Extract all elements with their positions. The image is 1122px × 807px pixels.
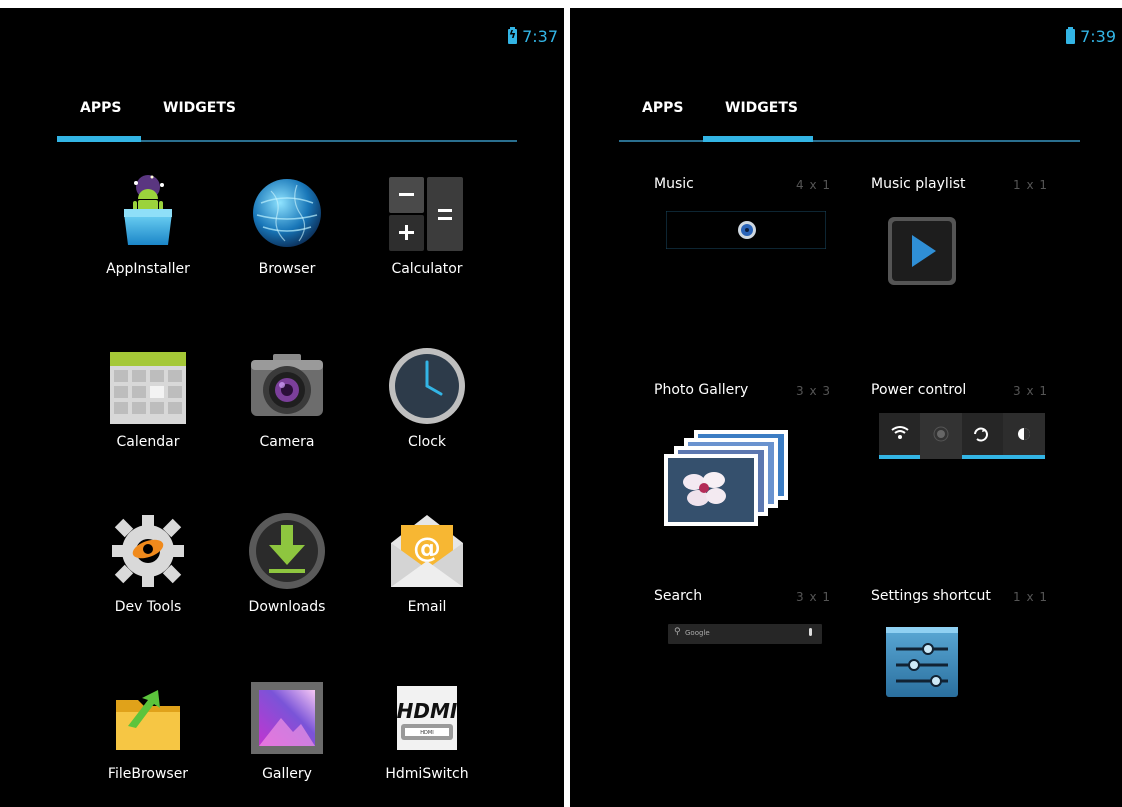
widget-title: Music playlist: [871, 176, 966, 192]
browser-globe-icon: [247, 173, 327, 253]
app-filebrowser[interactable]: FileBrowser: [78, 678, 218, 782]
widget-size: 3 x 3: [796, 384, 831, 398]
app-downloads[interactable]: Downloads: [217, 511, 357, 615]
app-calculator[interactable]: Calculator: [357, 173, 497, 277]
search-hint: Google: [685, 629, 710, 637]
app-label: AppInstaller: [106, 261, 190, 277]
mic-icon: [809, 628, 812, 636]
app-dev-tools[interactable]: Dev Tools: [78, 511, 218, 615]
widget-title: Search: [654, 588, 703, 604]
calendar-icon: [108, 346, 188, 426]
tab-widgets[interactable]: WIDGETS: [725, 100, 798, 116]
tab-apps[interactable]: APPS: [642, 100, 683, 116]
widget-size: 4 x 1: [796, 178, 831, 192]
app-label: Calculator: [391, 261, 463, 277]
gallery-icon: [247, 678, 327, 758]
app-label: Dev Tools: [114, 599, 182, 615]
battery-icon: [1066, 27, 1076, 44]
hdmi-switch-icon: HDMI HDMI: [387, 678, 467, 758]
camera-icon: [247, 346, 327, 426]
app-email[interactable]: @ Email: [357, 511, 497, 615]
brightness-icon: [1018, 428, 1030, 440]
email-icon: @: [387, 511, 467, 591]
tab-selected-indicator: [57, 136, 141, 142]
tab-divider: [619, 140, 1080, 142]
app-label: Camera: [259, 434, 315, 450]
status-bar: 7:37: [508, 27, 558, 46]
app-camera[interactable]: Camera: [217, 346, 357, 450]
status-time: 7:39: [1080, 27, 1116, 46]
app-installer-icon: [108, 173, 188, 253]
app-hdmiswitch[interactable]: HDMI HDMI HdmiSwitch: [357, 678, 497, 782]
app-label: Browser: [258, 261, 316, 277]
svg-text:@: @: [413, 531, 441, 564]
app-label: HdmiSwitch: [385, 766, 469, 782]
clock-icon: [387, 346, 467, 426]
status-bar: 7:39: [1066, 27, 1116, 46]
widget-size: 1 x 1: [1013, 590, 1048, 604]
widget-size: 1 x 1: [1013, 178, 1048, 192]
widgets-screen: 7:39 APPS WIDGETS Music 4 x 1 Music play…: [570, 8, 1122, 807]
search-bar-preview: ⚲ Google: [668, 624, 822, 644]
app-label: FileBrowser: [107, 766, 189, 782]
widget-title: Settings shortcut: [871, 588, 991, 604]
app-label: Email: [407, 599, 447, 615]
music-widget-preview: [665, 210, 827, 250]
widget-size: 3 x 1: [1013, 384, 1048, 398]
app-gallery[interactable]: Gallery: [217, 678, 357, 782]
widget-size: 3 x 1: [796, 590, 831, 604]
photo-stack-icon: [664, 428, 794, 528]
app-appinstaller[interactable]: AppInstaller: [78, 173, 218, 277]
downloads-icon: [247, 511, 327, 591]
apps-screen: 7:37 APPS WIDGETS AppInstaller: [0, 8, 564, 807]
app-label: Clock: [407, 434, 447, 450]
calculator-icon: [387, 173, 467, 253]
app-label: Gallery: [262, 766, 312, 782]
play-icon: [886, 215, 958, 287]
tab-widgets[interactable]: WIDGETS: [163, 100, 236, 116]
app-clock[interactable]: Clock: [357, 346, 497, 450]
app-label: Downloads: [248, 599, 326, 615]
status-time: 7:37: [522, 27, 558, 46]
widget-title: Power control: [871, 382, 967, 398]
app-label: Calendar: [116, 434, 180, 450]
widget-title: Music: [654, 176, 694, 192]
search-icon: ⚲: [674, 627, 681, 637]
app-browser[interactable]: Browser: [217, 173, 357, 277]
hdmi-logo-text: HDMI: [397, 699, 458, 723]
battery-charging-icon: [508, 27, 518, 44]
widget-title: Photo Gallery: [654, 382, 749, 398]
settings-sliders-icon: [884, 625, 960, 699]
hdmi-port-text: HDMI: [420, 730, 433, 736]
app-calendar[interactable]: Calendar: [78, 346, 218, 450]
power-control-bar: [879, 413, 1045, 459]
tab-apps[interactable]: APPS: [80, 100, 121, 116]
file-browser-folder-icon: [108, 678, 188, 758]
tab-selected-indicator: [703, 136, 813, 142]
dev-tools-gear-icon: [108, 511, 188, 591]
